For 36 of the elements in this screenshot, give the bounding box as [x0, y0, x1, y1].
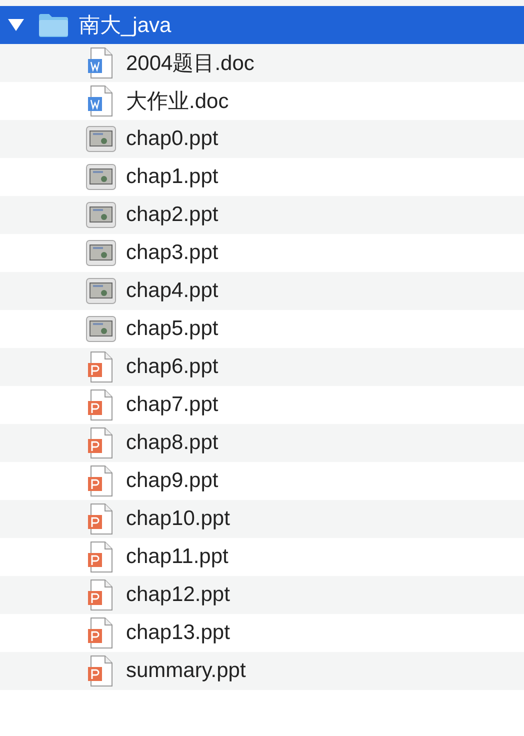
file-row[interactable]: chap10.ppt — [0, 500, 524, 538]
file-name: chap8.ppt — [126, 431, 218, 455]
expanded-triangle-icon[interactable] — [7, 18, 25, 32]
file-row[interactable]: chap0.ppt — [0, 120, 524, 158]
file-row[interactable]: chap12.ppt — [0, 576, 524, 614]
folder-icon — [38, 13, 69, 37]
file-name: 大作业.doc — [126, 89, 229, 115]
file-name: chap7.ppt — [126, 393, 218, 417]
slide-thumbnail-icon — [86, 314, 116, 344]
file-name: chap12.ppt — [126, 583, 230, 607]
file-row[interactable]: chap4.ppt — [0, 272, 524, 310]
file-row[interactable]: 2004题目.doc — [0, 44, 524, 82]
folder-row[interactable]: 南大_java — [0, 6, 524, 44]
slide-thumbnail-icon — [86, 162, 116, 192]
file-name: chap10.ppt — [126, 507, 230, 531]
file-name: 2004题目.doc — [126, 51, 254, 77]
file-name: chap2.ppt — [126, 203, 218, 227]
file-name: chap3.ppt — [126, 241, 218, 265]
file-name: chap6.ppt — [126, 355, 218, 379]
file-name: chap5.ppt — [126, 317, 218, 341]
slide-thumbnail-icon — [86, 124, 116, 154]
file-row[interactable]: summary.ppt — [0, 652, 524, 690]
slide-thumbnail-icon — [86, 276, 116, 306]
file-name: chap9.ppt — [126, 469, 218, 493]
slide-thumbnail-icon — [86, 238, 116, 268]
file-name: chap13.ppt — [126, 621, 230, 645]
folder-name: 南大_java — [79, 13, 172, 39]
file-row[interactable]: chap8.ppt — [0, 424, 524, 462]
file-row[interactable]: chap6.ppt — [0, 348, 524, 386]
slide-thumbnail-icon — [86, 200, 116, 230]
file-name: chap4.ppt — [126, 279, 218, 303]
file-row[interactable]: chap2.ppt — [0, 196, 524, 234]
file-name: chap1.ppt — [126, 165, 218, 189]
file-name: summary.ppt — [126, 659, 246, 683]
file-name: chap11.ppt — [126, 545, 228, 569]
file-name: chap0.ppt — [126, 127, 218, 151]
